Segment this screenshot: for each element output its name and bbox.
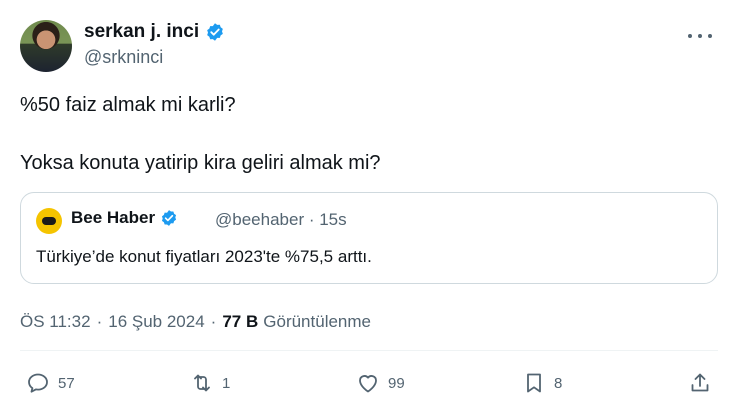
repost-button[interactable]: 1 [190, 371, 230, 395]
quoted-author-name: Bee Haber [71, 208, 178, 228]
tweet-text-line-2: Yoksa konuta yatirip kira geliri almak m… [20, 152, 381, 174]
bookmark-button[interactable]: 8 [522, 371, 562, 395]
bookmark-count: 8 [554, 374, 563, 392]
reply-count: 57 [58, 374, 75, 392]
quoted-tweet-text: Türkiye’de konut fiyatları 2023'te %75,5… [36, 247, 372, 266]
author-handle[interactable]: @srkninci [84, 47, 163, 68]
reply-button[interactable]: 57 [26, 371, 75, 395]
views-count: 77 B [222, 312, 259, 331]
heart-icon [359, 375, 377, 393]
tweet-metadata: ÖS 11:32 · 16 Şub 2024 · 77 B Görüntülen… [20, 312, 371, 332]
more-options-icon[interactable] [688, 28, 712, 44]
repost-icon [194, 374, 210, 392]
quoted-author-name-text: Bee Haber [71, 208, 156, 227]
quoted-author-avatar [36, 208, 62, 234]
verified-badge-icon [207, 23, 223, 41]
tweet-time[interactable]: ÖS 11:32 [20, 312, 91, 332]
tweet-date[interactable]: 16 Şub 2024 [108, 312, 204, 332]
author-name[interactable]: serkan j. inci [84, 21, 225, 43]
meta-separator-2: · [210, 312, 217, 331]
author-name-text[interactable]: serkan j. inci [84, 21, 199, 43]
meta-separator: · [96, 312, 103, 331]
quoted-author-handle-time: @beehaber · 15s [215, 210, 347, 229]
quoted-tweet-card[interactable]: Bee Haber @beehaber · 15s Türkiye’de kon… [20, 192, 718, 284]
tweet-text-line-1: %50 faiz almak mi karli? [20, 94, 236, 116]
share-button[interactable] [688, 371, 720, 395]
like-button[interactable]: 99 [356, 371, 405, 395]
like-count: 99 [388, 374, 405, 392]
divider [20, 350, 718, 351]
quoted-verified-badge-icon [162, 210, 177, 226]
share-icon [691, 373, 709, 392]
author-avatar[interactable] [20, 20, 72, 72]
bookmark-icon [527, 373, 541, 393]
repost-count: 1 [222, 374, 231, 392]
reply-icon [28, 373, 48, 393]
views-label: Görüntülenme [263, 312, 371, 331]
